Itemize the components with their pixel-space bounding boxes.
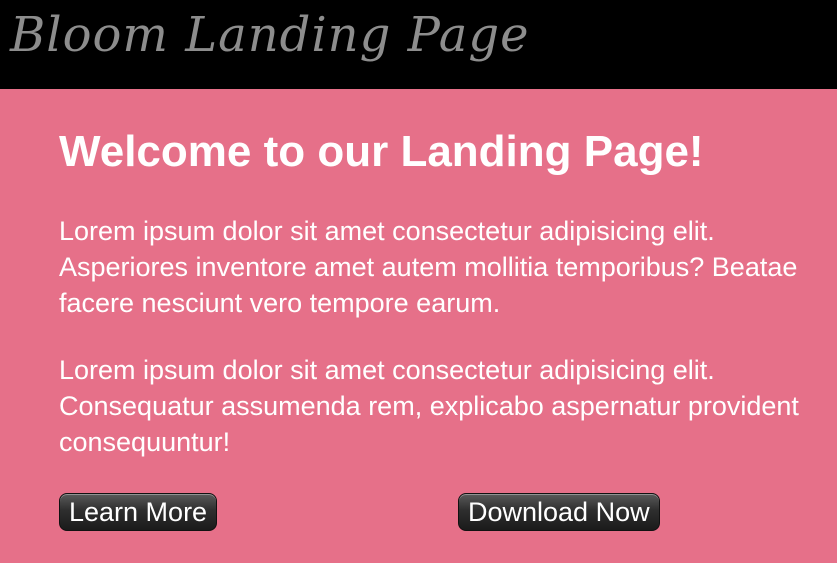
- download-now-button[interactable]: Download Now: [458, 493, 660, 531]
- page-title: Welcome to our Landing Page!: [59, 127, 704, 176]
- top-header-bar: Bloom Landing Page: [0, 0, 837, 89]
- intro-paragraph: Lorem ipsum dolor sit amet consectetur a…: [59, 216, 798, 318]
- second-paragraph: Lorem ipsum dolor sit amet consectetur a…: [59, 355, 799, 457]
- learn-more-button[interactable]: Learn More: [59, 493, 218, 531]
- site-logo: Bloom Landing Page: [10, 7, 530, 63]
